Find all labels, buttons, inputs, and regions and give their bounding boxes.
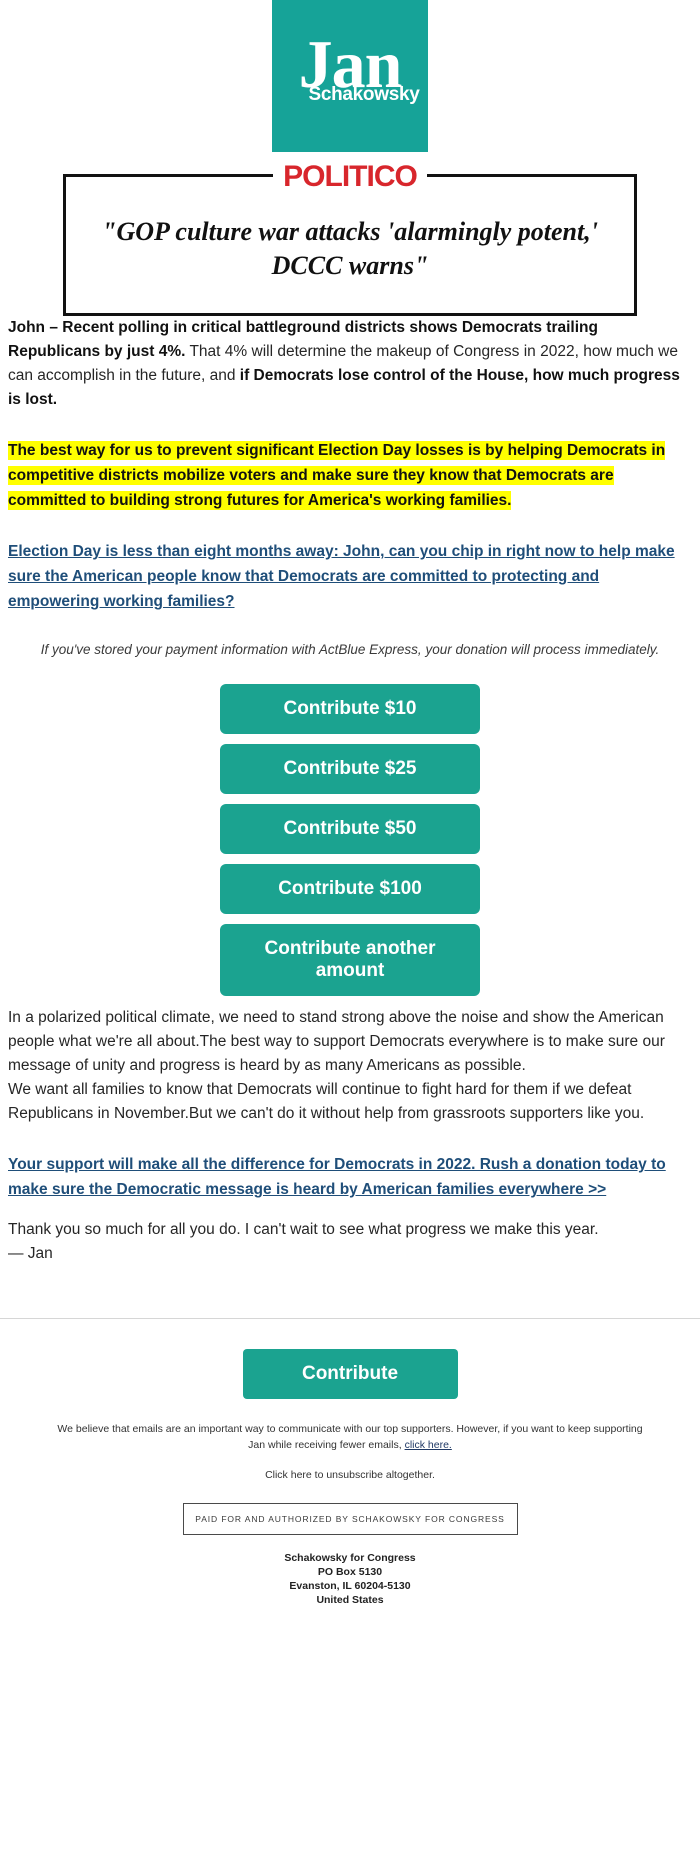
logo-subtitle: Schakowsky xyxy=(308,84,420,105)
email-footer: Contribute We believe that emails are an… xyxy=(0,1319,700,1629)
paragraph-polarized-climate: In a polarized political climate, we nee… xyxy=(8,1009,665,1074)
paragraph-highlighted: The best way for us to prevent significa… xyxy=(8,438,692,513)
mailing-address: Schakowsky for Congress PO Box 5130 Evan… xyxy=(8,1551,692,1607)
address-line-1: Schakowsky for Congress xyxy=(284,1551,416,1564)
paragraph-ask-link: Election Day is less than eight months a… xyxy=(8,539,692,614)
paragraph-closing-link: Your support will make all the differenc… xyxy=(8,1152,692,1202)
message-body: John – Recent polling in critical battle… xyxy=(0,316,700,1266)
donation-row-25: Contribute $25 xyxy=(8,744,692,794)
logo-band: Jan Schakowsky xyxy=(0,0,700,152)
footer-fine-print: We believe that emails are an important … xyxy=(8,1421,692,1453)
paid-for-disclaimer: PAID FOR AND AUTHORIZED BY SCHAKOWSKY FO… xyxy=(182,1502,518,1535)
actblue-express-note: If you've stored your payment informatio… xyxy=(40,642,660,657)
address-line-4: United States xyxy=(316,1593,384,1606)
rush-a-donation-link[interactable]: Your support will make all the differenc… xyxy=(8,1156,666,1198)
paragraph-thanks: Thank you so much for all you do. I can'… xyxy=(8,1220,599,1238)
headline-box: "GOP culture war attacks 'alarmingly pot… xyxy=(63,174,637,316)
contribute-100-button[interactable]: Contribute $100 xyxy=(220,864,480,914)
jan-schakowsky-logo[interactable]: Jan Schakowsky xyxy=(272,0,428,152)
contribute-50-button[interactable]: Contribute $50 xyxy=(220,804,480,854)
contribute-25-button[interactable]: Contribute $25 xyxy=(220,744,480,794)
donation-row-100: Contribute $100 xyxy=(8,864,692,914)
donation-row-50: Contribute $50 xyxy=(8,804,692,854)
donation-row-10: Contribute $10 xyxy=(8,684,692,734)
contribute-another-amount-button[interactable]: Contribute another amount xyxy=(220,924,480,996)
paragraph-intro: John – Recent polling in critical battle… xyxy=(8,316,692,412)
politico-wordmark: POLITICO xyxy=(63,160,637,194)
fine-print-text: We believe that emails are an important … xyxy=(57,1422,643,1451)
politico-label: POLITICO xyxy=(273,160,427,194)
footer-contribute-button[interactable]: Contribute xyxy=(242,1348,458,1399)
press-headline: "GOP culture war attacks 'alarmingly pot… xyxy=(102,217,598,280)
donation-row-other: Contribute another amount xyxy=(8,924,692,996)
press-quote-block: POLITICO "GOP culture war attacks 'alarm… xyxy=(63,160,637,316)
highlight-text: The best way for us to prevent significa… xyxy=(8,441,666,510)
unsubscribe-link[interactable]: Click here to unsubscribe altogether. xyxy=(265,1469,435,1481)
paragraph-families: We want all families to know that Democr… xyxy=(8,1081,645,1122)
address-line-2: PO Box 5130 xyxy=(317,1565,383,1578)
address-line-3: Evanston, IL 60204-5130 xyxy=(289,1579,411,1592)
chip-in-link[interactable]: Election Day is less than eight months a… xyxy=(8,543,675,610)
fewer-emails-link[interactable]: click here. xyxy=(405,1439,452,1451)
donation-button-stack: Contribute $10 Contribute $25 Contribute… xyxy=(8,684,692,996)
signature: — Jan xyxy=(8,1244,53,1262)
contribute-10-button[interactable]: Contribute $10 xyxy=(220,684,480,734)
unsubscribe-line: Click here to unsubscribe altogether. xyxy=(8,1467,692,1483)
email-body: Jan Schakowsky POLITICO "GOP culture war… xyxy=(0,0,700,1629)
